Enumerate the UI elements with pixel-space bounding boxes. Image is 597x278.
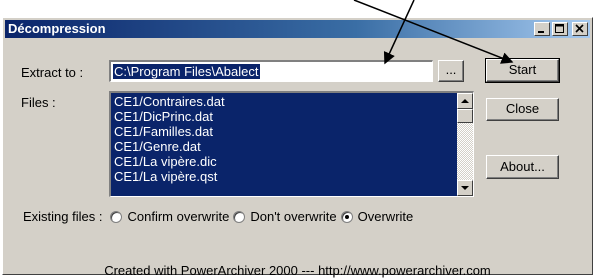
existing-files-label: Existing files : [23, 209, 103, 224]
close-icon[interactable] [572, 22, 588, 36]
arrow-up-icon [461, 99, 469, 103]
extract-to-label: Extract to : [21, 65, 84, 80]
file-list-item[interactable]: CE1/La vipère.qst [114, 169, 453, 184]
file-list-item[interactable]: CE1/Contraires.dat [114, 94, 453, 109]
window-title: Décompression [8, 21, 106, 36]
file-list-item[interactable]: CE1/La vipère.dic [114, 154, 453, 169]
file-list-item[interactable]: CE1/Familles.dat [114, 124, 453, 139]
start-button[interactable]: Start [485, 58, 560, 83]
files-list[interactable]: CE1/Contraires.dat CE1/DicPrinc.dat CE1/Fa… [109, 91, 474, 197]
minimize-icon[interactable] [534, 22, 550, 36]
files-label: Files : [21, 95, 56, 110]
radio-confirm-overwrite[interactable]: Confirm overwrite [110, 209, 229, 224]
existing-files-group: Existing files : Confirm overwrite Don't… [23, 209, 413, 224]
radio-label: Overwrite [357, 209, 414, 224]
window-controls [534, 22, 588, 36]
file-list-item[interactable]: CE1/Genre.dat [114, 139, 453, 154]
radio-button-icon[interactable] [340, 210, 353, 223]
maximize-icon[interactable] [552, 22, 568, 36]
extract-path-value[interactable]: C:\Program Files\Abalect [111, 62, 432, 81]
extract-path-field[interactable]: C:\Program Files\Abalect [109, 60, 433, 82]
files-scrollbar[interactable] [457, 93, 473, 196]
radio-label: Confirm overwrite [127, 209, 230, 224]
close-button[interactable]: Close [486, 98, 559, 121]
radio-dont-overwrite[interactable]: Don't overwrite [233, 209, 337, 224]
about-button[interactable]: About... [486, 155, 559, 179]
scroll-down-button[interactable] [457, 180, 473, 196]
extract-path-text: C:\Program Files\Abalect [113, 64, 260, 79]
arrow-down-icon [461, 186, 469, 190]
decompression-dialog: Décompression Extract to : C:\Program Fi… [2, 17, 593, 278]
radio-overwrite[interactable]: Overwrite [340, 209, 414, 224]
scroll-up-button[interactable] [457, 93, 473, 109]
scroll-thumb[interactable] [457, 109, 473, 123]
radio-button-icon[interactable] [233, 210, 246, 223]
title-bar: Décompression [5, 20, 590, 38]
radio-button-icon[interactable] [110, 210, 123, 223]
footer-credit: Created with PowerArchiver 2000 --- http… [104, 263, 491, 278]
browse-button[interactable]: ... [438, 60, 464, 82]
radio-label: Don't overwrite [250, 209, 337, 224]
files-list-items: CE1/Contraires.dat CE1/DicPrinc.dat CE1/Fa… [111, 93, 456, 196]
file-list-item[interactable]: CE1/DicPrinc.dat [114, 109, 453, 124]
